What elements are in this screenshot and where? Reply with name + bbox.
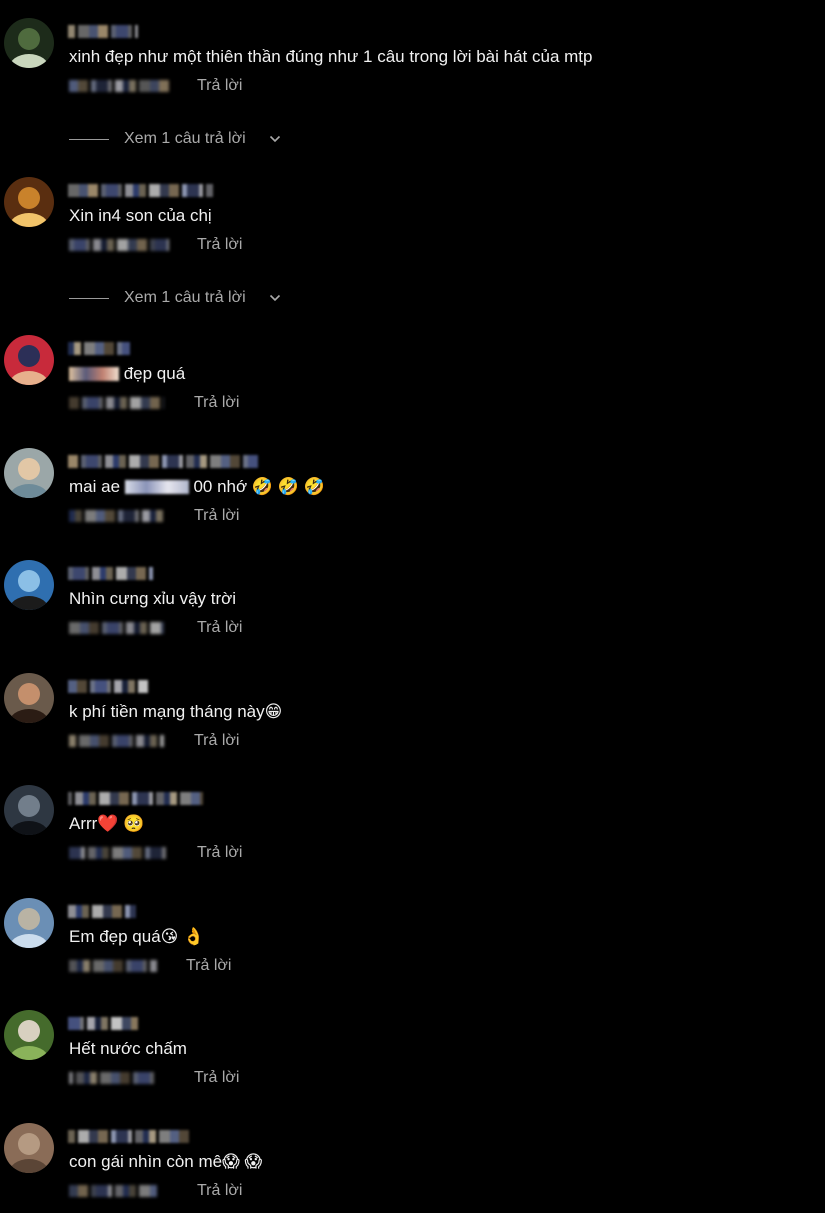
comment-actions: Trả lời: [69, 731, 369, 751]
username-blurred: [68, 25, 138, 38]
username-blurred: [68, 792, 203, 805]
view-replies-label: Xem 1 câu trả lời: [124, 130, 246, 147]
comment-text: con gái nhìn còn mê😱 😱: [69, 1151, 262, 1173]
blurred-text: [124, 480, 189, 494]
comment-text-content: Arrr❤️ 🥺: [69, 814, 145, 833]
comment-item: con gái nhìn còn mê😱 😱 Trả lời: [0, 1123, 825, 1213]
username-blurred: [68, 567, 153, 580]
comment-text-content: k phí tiền mạng tháng này😁: [69, 702, 283, 721]
timestamp-blurred: [69, 735, 164, 747]
username-blurred: [68, 1017, 138, 1030]
avatar[interactable]: [4, 448, 54, 498]
timestamp-blurred: [69, 397, 164, 409]
timestamp-blurred: [69, 510, 164, 522]
view-replies-button[interactable]: Xem 1 câu trả lời: [69, 287, 329, 311]
reply-button[interactable]: Trả lời: [194, 1068, 239, 1088]
comment-text-content: đẹp quá: [119, 364, 186, 383]
username-blurred: [68, 455, 258, 468]
divider: [69, 298, 109, 299]
timestamp-blurred: [69, 1072, 157, 1084]
comment-text-content: xinh đẹp như một thiên thần đúng như 1 c…: [69, 47, 593, 66]
username-blurred: [68, 905, 136, 918]
comment-text: đẹp quá: [69, 363, 185, 385]
reply-button[interactable]: Trả lời: [197, 235, 242, 255]
comment-text-content: Hết nước chấm: [69, 1039, 187, 1058]
comment-item: Em đẹp quá😘 👌 Trả lời: [0, 898, 825, 988]
comment-text: Em đẹp quá😘 👌: [69, 926, 204, 948]
view-replies-button[interactable]: Xem 1 câu trả lời: [69, 128, 329, 152]
comment-actions: Trả lời: [69, 506, 369, 526]
username-blurred: [68, 1130, 190, 1143]
timestamp-blurred: [69, 847, 169, 859]
chevron-down-icon: [269, 135, 281, 143]
reply-button[interactable]: Trả lời: [194, 506, 239, 526]
timestamp-blurred: [69, 1185, 157, 1197]
avatar[interactable]: [4, 1123, 54, 1173]
username-blurred: [68, 184, 213, 197]
comment-text: Arrr❤️ 🥺: [69, 813, 144, 835]
comment-actions: Trả lời: [69, 843, 369, 863]
reply-button[interactable]: Trả lời: [194, 731, 239, 751]
comment-text: Hết nước chấm: [69, 1038, 187, 1060]
comment-item: Hết nước chấm Trả lời: [0, 1010, 825, 1100]
comment-item: Arrr❤️ 🥺 Trả lời: [0, 785, 825, 875]
view-replies-label: Xem 1 câu trả lời: [124, 289, 246, 306]
comment-text-content: Nhìn cưng xỉu vậy trời: [69, 589, 237, 608]
comment-text-content: 00 nhớ 🤣 🤣 🤣: [188, 477, 325, 496]
comment-item: xinh đẹp như một thiên thần đúng như 1 c…: [0, 18, 825, 147]
comment-actions: Trả lời: [69, 1068, 369, 1088]
comment-text: k phí tiền mạng tháng này😁: [69, 701, 282, 723]
comment-item: k phí tiền mạng tháng này😁 Trả lời: [0, 673, 825, 763]
reply-button[interactable]: Trả lời: [194, 393, 239, 413]
reply-button[interactable]: Trả lời: [197, 843, 242, 863]
comment-actions: Trả lời: [69, 1181, 369, 1201]
avatar[interactable]: [4, 335, 54, 385]
comment-actions: Trả lời: [69, 393, 369, 413]
comment-text-content: mai ae: [69, 477, 125, 496]
avatar[interactable]: [4, 18, 54, 68]
avatar[interactable]: [4, 785, 54, 835]
reply-button[interactable]: Trả lời: [197, 1181, 242, 1201]
reply-button[interactable]: Trả lời: [197, 618, 242, 638]
comment-text: Nhìn cưng xỉu vậy trời: [69, 588, 236, 610]
avatar[interactable]: [4, 177, 54, 227]
comment-actions: Trả lời: [69, 956, 369, 976]
comment-item: Xin in4 son của chị Trả lời Xem 1 câu trả …: [0, 177, 825, 306]
comment-item: Nhìn cưng xỉu vậy trời Trả lời: [0, 560, 825, 650]
comment-actions: Trả lời: [69, 76, 369, 96]
avatar[interactable]: [4, 560, 54, 610]
timestamp-blurred: [69, 622, 164, 634]
comment-text: Xin in4 son của chị: [69, 205, 212, 227]
timestamp-blurred: [69, 239, 169, 251]
comment-actions: Trả lời: [69, 618, 369, 638]
comment-item: đẹp quá Trả lời: [0, 335, 825, 425]
username-blurred: [68, 342, 130, 355]
comment-text: xinh đẹp như một thiên thần đúng như 1 c…: [69, 46, 592, 68]
comment-text-content: Em đẹp quá😘 👌: [69, 927, 205, 946]
reply-button[interactable]: Trả lời: [186, 956, 231, 976]
comment-item: mai ae 00 nhớ 🤣 🤣 🤣 Trả lời: [0, 448, 825, 538]
comment-text: mai ae 00 nhớ 🤣 🤣 🤣: [69, 476, 325, 498]
chevron-down-icon: [269, 294, 281, 302]
avatar[interactable]: [4, 1010, 54, 1060]
avatar[interactable]: [4, 673, 54, 723]
blurred-text: [69, 367, 119, 381]
username-blurred: [68, 680, 148, 693]
reply-button[interactable]: Trả lời: [197, 76, 242, 96]
comment-actions: Trả lời: [69, 235, 369, 255]
comment-text-content: Xin in4 son của chị: [69, 206, 212, 225]
comment-text-content: con gái nhìn còn mê😱 😱: [69, 1152, 263, 1171]
timestamp-blurred: [69, 960, 157, 972]
timestamp-blurred: [69, 80, 169, 92]
avatar[interactable]: [4, 898, 54, 948]
divider: [69, 139, 109, 140]
